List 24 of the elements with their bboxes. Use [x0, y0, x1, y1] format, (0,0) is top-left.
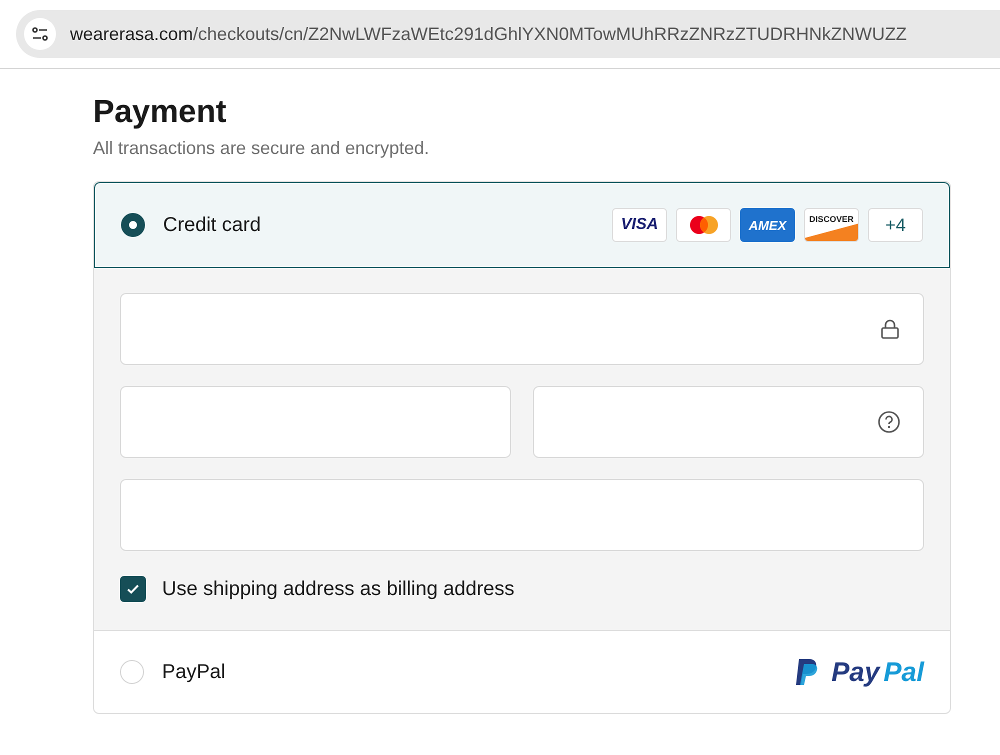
lock-icon: [879, 318, 901, 340]
url-text: wearerasa.com/checkouts/cn/Z2NwLWFzaWEtc291dGhlYXN0MTowMUhRRzZNRzZTUDRHNkZNWUZZ: [70, 24, 907, 44]
expiry-field[interactable]: [120, 386, 511, 458]
radio-button[interactable]: [121, 213, 145, 237]
more-brands-badge: +4: [868, 208, 923, 242]
option-label: Credit card: [163, 214, 261, 236]
name-on-card-field[interactable]: [120, 479, 924, 551]
card-brand-logo: AMEX: [740, 208, 795, 242]
checkbox-label: Use shipping address as billing address: [162, 578, 514, 600]
payment-option[interactable]: PayPal PayPal: [94, 630, 950, 713]
card-brand-logo: DISCOVER: [804, 208, 859, 242]
paypal-logo: PayPal: [795, 656, 924, 688]
option-label: PayPal: [162, 660, 226, 684]
site-settings-icon[interactable]: [24, 18, 56, 50]
security-note: All transactions are secure and encrypted.: [93, 138, 430, 159]
card-number-field[interactable]: [120, 293, 924, 365]
help-icon[interactable]: [877, 410, 901, 434]
address-bar[interactable]: wearerasa.com/checkouts/cn/Z2NwLWFzaWEtc291dGhlYXN0MTowMUhRRzZNRzZTUDRHNkZNWUZZ: [16, 10, 1000, 58]
section-heading: Payment: [93, 93, 228, 130]
card-brand-icon: [676, 208, 731, 242]
security-code-field[interactable]: [533, 386, 924, 458]
card-brand-logo: VISA: [612, 208, 667, 242]
checkbox[interactable]: [120, 576, 146, 602]
payment-option[interactable]: Credit card VISA AMEX DISCOVER +4: [94, 182, 950, 268]
